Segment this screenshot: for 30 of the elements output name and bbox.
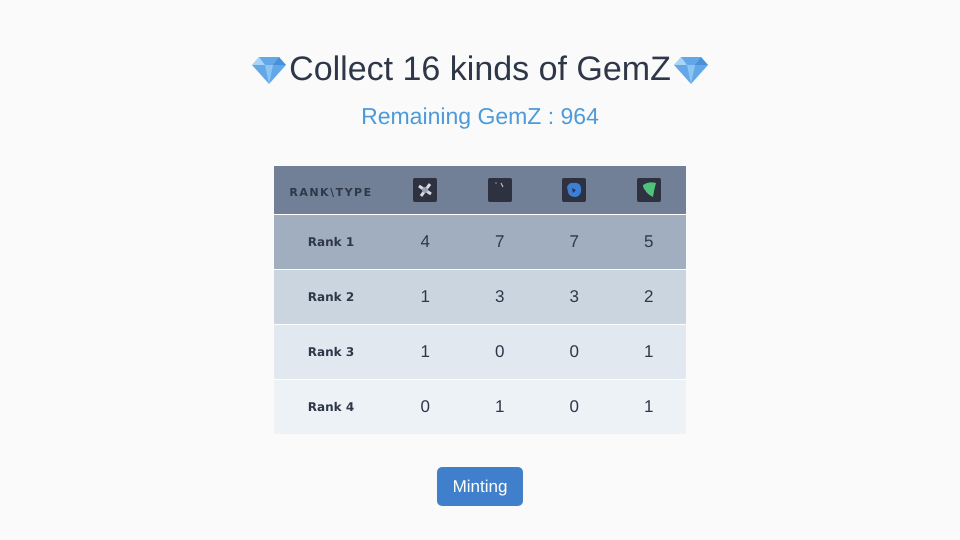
rank-label: Rank 3 <box>274 324 388 380</box>
table-cell: 5 <box>612 214 686 270</box>
table-cell: 0 <box>462 324 537 380</box>
table-cell: 2 <box>612 270 686 324</box>
page-title: Collect 16 kinds of GemZ <box>289 50 671 89</box>
rank-label: Rank 1 <box>274 214 388 270</box>
rank-label: Rank 4 <box>274 380 388 434</box>
table-cell: 3 <box>537 270 612 324</box>
diamond-icon <box>672 54 709 84</box>
table-cell: 1 <box>612 324 686 380</box>
rank-label: Rank 2 <box>274 270 388 324</box>
table-cell: 3 <box>462 270 537 324</box>
leaf-gem-icon <box>636 178 661 202</box>
table-cell: 7 <box>537 214 612 270</box>
table-cell: 0 <box>537 324 612 380</box>
crystal-icon <box>562 178 586 202</box>
cross-icon <box>413 178 438 202</box>
diamond-icon <box>251 54 288 84</box>
table-cell: 0 <box>537 380 612 434</box>
minting-button[interactable]: Minting <box>436 467 524 506</box>
table-cell: 1 <box>612 380 686 434</box>
table-cell: 7 <box>462 214 537 270</box>
remaining-count: Remaining GemZ : 964 <box>361 103 599 130</box>
table-cell: 1 <box>388 324 462 380</box>
corner-header: RANK\TYPE <box>289 186 373 198</box>
table-cell: 4 <box>388 214 462 270</box>
table-cell: 1 <box>462 380 537 434</box>
table-cell: 1 <box>388 270 462 324</box>
dark-tile-icon <box>488 178 512 202</box>
table-cell: 0 <box>388 380 462 434</box>
